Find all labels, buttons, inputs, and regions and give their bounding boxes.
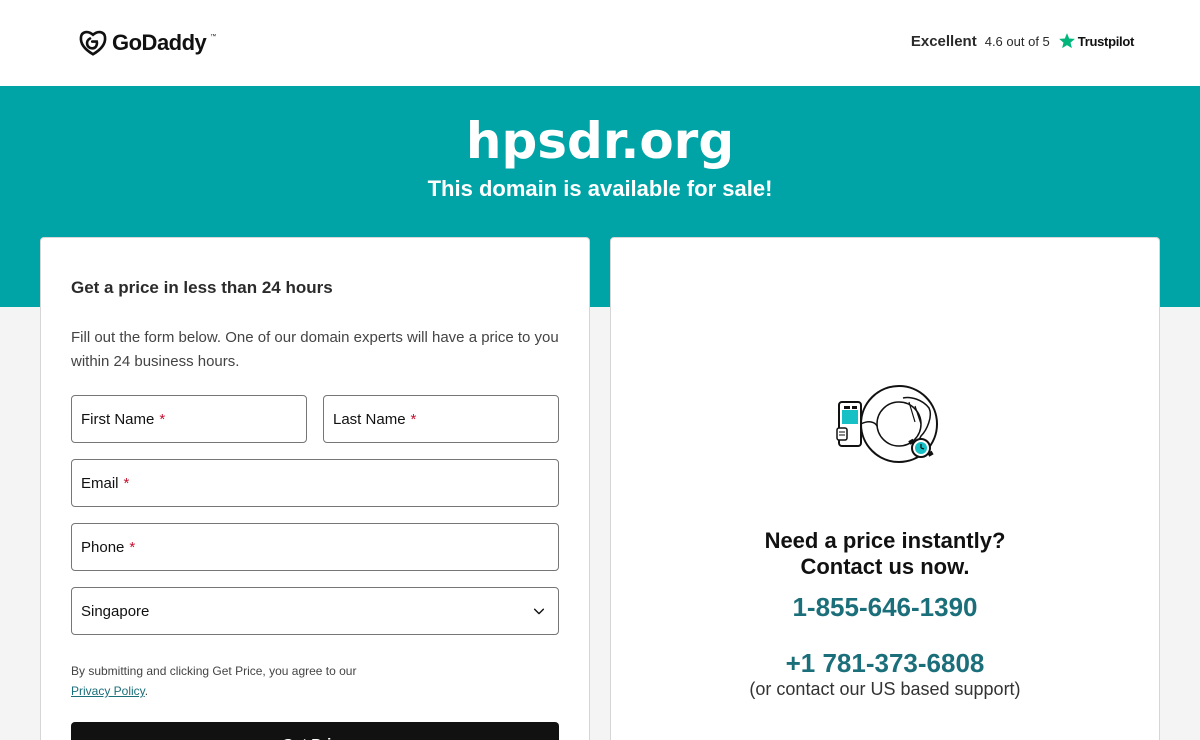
contact-card: Need a price instantly? Contact us now. …	[610, 237, 1160, 740]
terms-notice: By submitting and clicking Get Price, yo…	[71, 661, 561, 701]
last-name-placeholder: Last Name	[333, 410, 406, 428]
terms-text: By submitting and clicking Get Price, yo…	[71, 664, 357, 678]
get-price-button[interactable]: Get Price	[71, 722, 559, 740]
trustpilot-brand: Trustpilot	[1077, 33, 1135, 49]
domain-name: hpsdr.org	[465, 112, 735, 170]
trustpilot-badge[interactable]: Excellent 4.6 out of 5 Trustpilot	[911, 32, 1134, 50]
first-name-placeholder: First Name	[81, 410, 155, 428]
required-asterisk: *	[410, 410, 417, 428]
required-asterisk: *	[123, 474, 130, 492]
country-select[interactable]: Singapore	[71, 587, 559, 635]
trustpilot-rating-word: Excellent	[910, 32, 977, 50]
chevron-down-icon	[533, 608, 545, 615]
phone-field[interactable]: Phone *	[71, 523, 559, 571]
first-name-field[interactable]: First Name *	[71, 395, 307, 443]
last-name-field[interactable]: Last Name *	[323, 395, 559, 443]
email-field[interactable]: Email *	[71, 459, 559, 507]
required-asterisk: *	[159, 410, 166, 428]
trustpilot-score: 4.6 out of 5	[984, 33, 1050, 49]
contact-heading: Need a price instantly? Contact us now.	[611, 528, 1159, 580]
phone-placeholder: Phone	[81, 538, 125, 556]
form-title: Get a price in less than 24 hours	[71, 278, 333, 297]
logo-wordmark: GoDaddy	[112, 30, 207, 55]
secondary-phone-link[interactable]: +1 781-373-6808	[611, 648, 1159, 679]
godaddy-logo[interactable]: GoDaddy ™	[78, 28, 216, 58]
terms-end: .	[144, 684, 149, 698]
price-form-card: Get a price in less than 24 hours Fill o…	[40, 237, 590, 740]
us-support-note: (or contact our US based support)	[749, 679, 1021, 699]
required-asterisk: *	[129, 538, 136, 556]
primary-phone-link[interactable]: 1-855-646-1390	[611, 592, 1159, 623]
phone-clock-illustration	[836, 385, 938, 463]
contact-heading-line1: Need a price instantly?	[764, 528, 1006, 553]
form-description: Fill out the form below. One of our doma…	[71, 329, 559, 370]
email-placeholder: Email	[81, 474, 119, 492]
contact-heading-line2: Contact us now.	[800, 554, 970, 579]
trustpilot-star-icon	[1058, 33, 1075, 49]
godaddy-heart-icon	[79, 30, 107, 56]
privacy-policy-link[interactable]: Privacy Policy	[71, 684, 145, 698]
site-header: GoDaddy ™ Excellent 4.6 out of 5 Trustpi…	[0, 0, 1200, 86]
country-selected-value: Singapore	[81, 602, 150, 620]
sale-subtitle: This domain is available for sale!	[427, 176, 773, 201]
trademark-mark: ™	[210, 34, 217, 40]
